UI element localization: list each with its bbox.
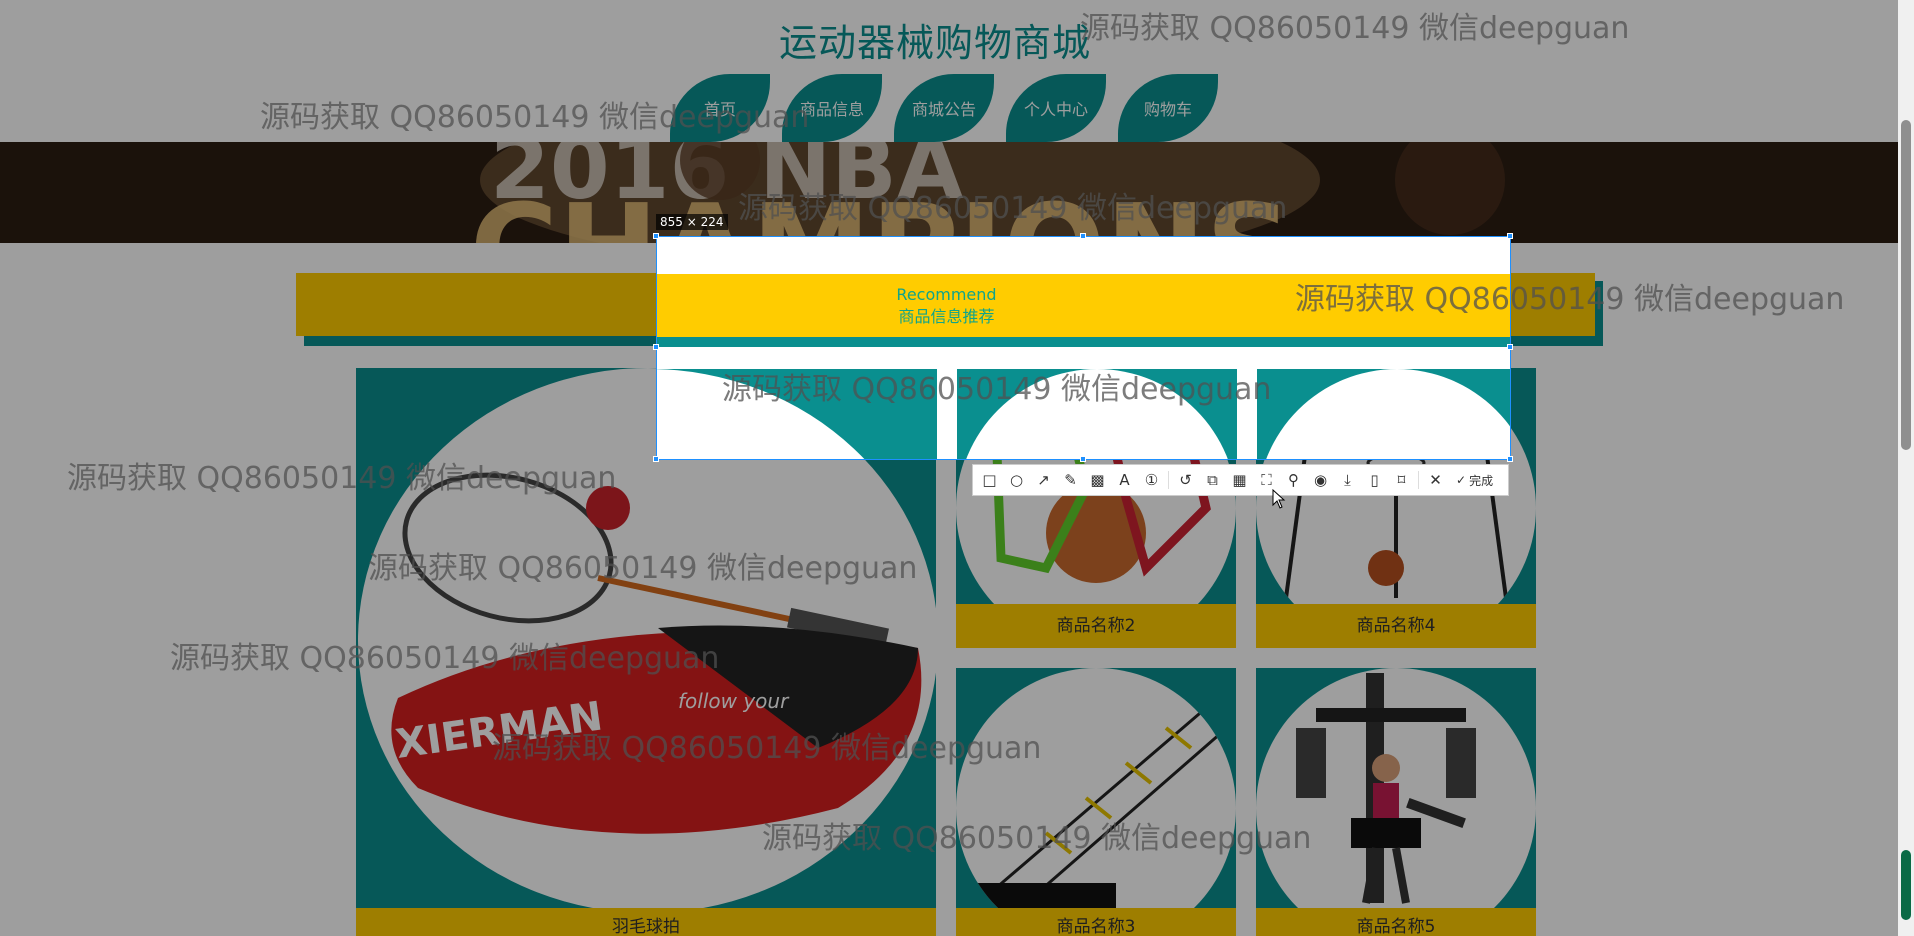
- selection-content: Recommend 商品信息推荐: [657, 237, 1510, 459]
- selection-handle-mr[interactable]: [1507, 344, 1513, 350]
- pin-icon[interactable]: ⚲: [1283, 469, 1304, 491]
- product-name: 商品名称4: [1256, 604, 1536, 648]
- banner-image: 2016 NBA CHAMPIONS: [0, 142, 1898, 243]
- site-title: 运动器械购物商城: [778, 21, 1091, 65]
- product-image: [657, 369, 937, 459]
- product-card-4-preview: [1257, 369, 1510, 459]
- page: 运动器械购物商城 首页 商品信息 商城公告 个人中心 购物车 2016 NBA …: [0, 0, 1898, 936]
- arrow-icon[interactable]: ↗: [1033, 469, 1054, 491]
- product-image: [1256, 668, 1536, 936]
- rectangle-icon[interactable]: □: [979, 469, 1000, 491]
- toolbar-divider: [1418, 471, 1419, 489]
- mosaic-icon[interactable]: ▩: [1087, 469, 1108, 491]
- svg-text:CHAMPIONS: CHAMPIONS: [470, 180, 1292, 243]
- nav-home[interactable]: 首页: [670, 74, 770, 142]
- toolbar-divider: [1168, 471, 1169, 489]
- record-icon[interactable]: ◉: [1310, 469, 1331, 491]
- done-label: 完成: [1469, 473, 1494, 488]
- product-card-3[interactable]: 商品名称3: [956, 668, 1236, 936]
- done-button[interactable]: ✓ 完成: [1452, 472, 1497, 489]
- product-name: 商品名称5: [1256, 908, 1536, 936]
- download-icon[interactable]: ⤓: [1337, 469, 1358, 491]
- product-image: [957, 369, 1237, 459]
- done-icon: ✓: [1456, 473, 1467, 487]
- recommend-title-en: Recommend: [896, 284, 997, 304]
- scrollbar-thumb[interactable]: [1901, 120, 1911, 450]
- selection-size-label: 855 × 224: [656, 214, 728, 230]
- product-name: 商品名称3: [956, 908, 1236, 936]
- text-icon[interactable]: A: [1114, 469, 1135, 491]
- ocr-icon[interactable]: ▦: [1229, 469, 1250, 491]
- main-nav: 首页 商品信息 商城公告 个人中心 购物车: [670, 74, 1218, 142]
- selection-handle-tm[interactable]: [1080, 233, 1086, 239]
- save-icon[interactable]: ▯: [1364, 469, 1385, 491]
- selection-handle-tr[interactable]: [1507, 233, 1513, 239]
- selection-handle-tl[interactable]: [653, 233, 659, 239]
- agility-ladder-image: [976, 706, 1222, 908]
- product-card-5[interactable]: 商品名称5: [1256, 668, 1536, 936]
- ellipse-icon[interactable]: ○: [1006, 469, 1027, 491]
- translate-icon[interactable]: ⛶: [1256, 469, 1277, 491]
- bookmark-icon[interactable]: ⌑: [1391, 469, 1412, 491]
- banner-art: 2016 NBA CHAMPIONS: [0, 142, 1898, 243]
- product-card-1-preview: [657, 369, 937, 459]
- selection-handle-bl[interactable]: [653, 456, 659, 462]
- recommend-bar: Recommend 商品信息推荐: [657, 274, 1510, 337]
- product-card-2-preview: [957, 369, 1237, 459]
- svg-text:follow your: follow your: [678, 689, 790, 713]
- nav-announcements[interactable]: 商城公告: [894, 74, 994, 142]
- pencil-icon[interactable]: ✎: [1060, 469, 1081, 491]
- selection-handle-bm[interactable]: [1080, 456, 1086, 462]
- page-scrollbar[interactable]: [1898, 0, 1914, 936]
- close-icon[interactable]: ✕: [1425, 469, 1446, 491]
- capture-selection[interactable]: Recommend 商品信息推荐: [656, 236, 1511, 460]
- product-image: [1257, 369, 1510, 459]
- product-name: 商品名称2: [956, 604, 1236, 648]
- undo-icon[interactable]: ↺: [1175, 469, 1196, 491]
- nav-products[interactable]: 商品信息: [782, 74, 882, 142]
- scrollbar-marker: [1901, 850, 1911, 920]
- product-name: 羽毛球拍: [356, 908, 936, 936]
- mouse-cursor-icon: [1272, 489, 1286, 509]
- selection-handle-br[interactable]: [1507, 456, 1513, 462]
- gym-station-image: [1296, 673, 1476, 904]
- long-screenshot-icon[interactable]: ⧉: [1202, 469, 1223, 491]
- capture-toolbar: □ ○ ↗ ✎ ▩ A ① ↺ ⧉ ▦ ⛶ ⚲ ◉ ⤓ ▯ ⌑ ✕ ✓ 完成: [972, 464, 1509, 496]
- selection-handle-ml[interactable]: [653, 344, 659, 350]
- nav-user-center[interactable]: 个人中心: [1006, 74, 1106, 142]
- serial-number-icon[interactable]: ①: [1141, 469, 1162, 491]
- nav-cart[interactable]: 购物车: [1118, 74, 1218, 142]
- product-image: [956, 668, 1236, 936]
- recommend-title-cn: 商品信息推荐: [898, 306, 995, 326]
